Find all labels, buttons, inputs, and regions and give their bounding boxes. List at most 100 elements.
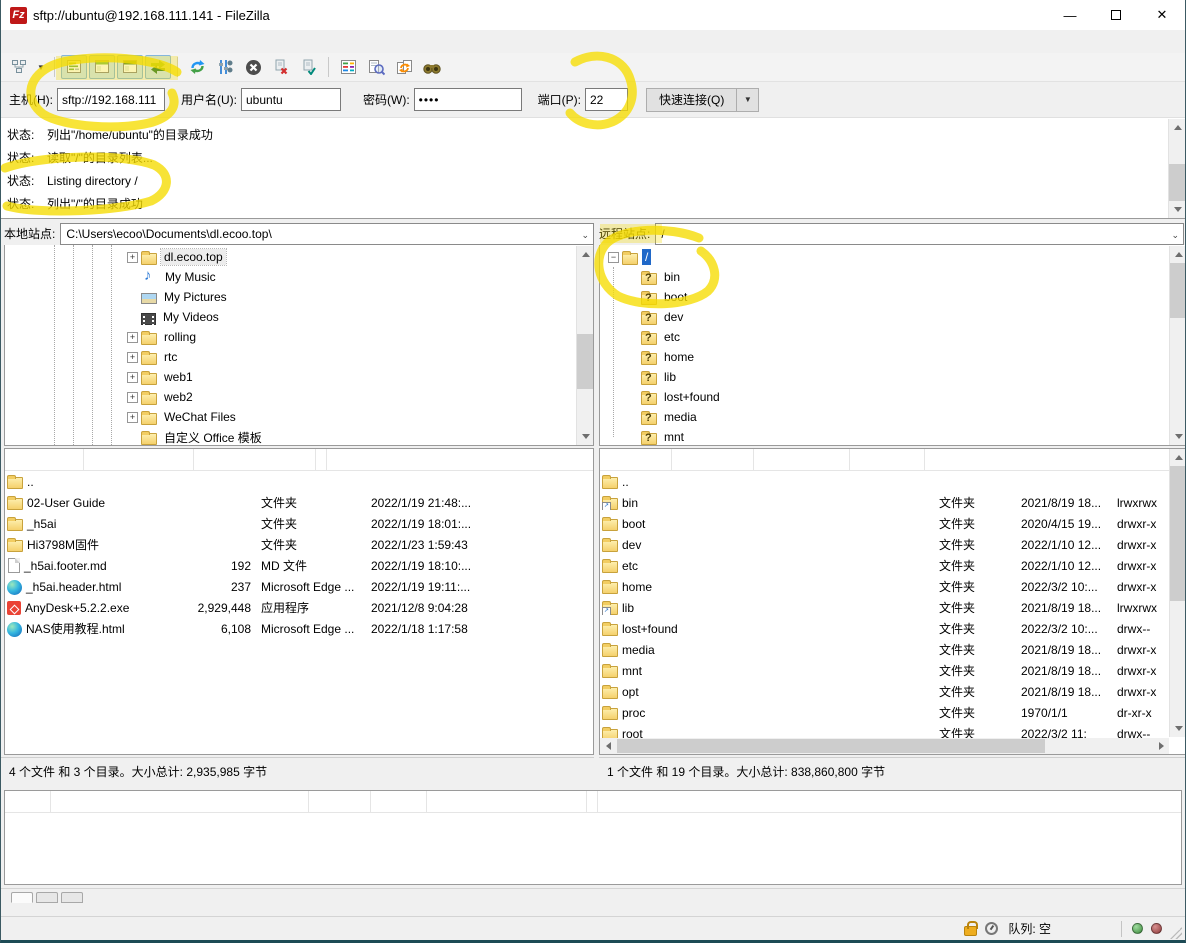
menu-item[interactable] (23, 39, 41, 45)
disconnect-button[interactable] (268, 55, 294, 79)
remote-list-vscrollbar[interactable] (1169, 449, 1186, 737)
file-row[interactable]: _h5ai 文件夹 2022/1/19 18:01:... (5, 513, 593, 534)
directory-comparison-button[interactable] (363, 55, 389, 79)
tree-row[interactable]: + dl.ecoo.top (5, 247, 593, 267)
file-row[interactable]: 02-User Guide 文件夹 2022/1/19 21:48:... (5, 492, 593, 513)
site-manager-dropdown[interactable]: ▼ (34, 55, 48, 79)
scroll-up-arrow[interactable] (1170, 449, 1186, 466)
file-row[interactable]: boot 文件夹 2020/4/15 19... drwxr-x (600, 513, 1186, 534)
scroll-right-arrow[interactable] (1153, 738, 1169, 754)
file-row[interactable]: .. (5, 471, 593, 492)
file-row[interactable]: _h5ai.header.html 237 Microsoft Edge ...… (5, 576, 593, 597)
file-row[interactable]: etc 文件夹 2022/1/10 12... drwxr-x (600, 555, 1186, 576)
remote-tree-scrollbar[interactable] (1169, 246, 1186, 445)
tree-row[interactable]: media (600, 407, 1186, 427)
tree-row[interactable]: 自定义 Office 模板 (5, 427, 593, 446)
file-row[interactable]: .. (600, 471, 1186, 492)
file-row[interactable]: mnt 文件夹 2021/8/19 18... drwxr-x (600, 660, 1186, 681)
find-files-button[interactable] (419, 55, 445, 79)
resize-grip[interactable] (1170, 927, 1182, 939)
menu-item[interactable] (95, 39, 113, 45)
column-header[interactable] (600, 449, 672, 470)
tree-expander[interactable]: + (127, 252, 138, 263)
column-header[interactable] (850, 449, 914, 470)
remote-site-combo[interactable]: / ⌄ (655, 223, 1184, 245)
toggle-remote-tree-button[interactable] (117, 55, 143, 79)
column-header[interactable] (754, 449, 850, 470)
toggle-transfer-queue-button[interactable] (145, 55, 171, 79)
scroll-up-arrow[interactable] (1170, 246, 1186, 263)
tree-row[interactable]: home (600, 347, 1186, 367)
host-input[interactable] (57, 88, 165, 111)
local-site-combo[interactable]: C:\Users\ecoo\Documents\dl.ecoo.top\ ⌄ (60, 223, 594, 245)
column-header[interactable] (194, 449, 316, 470)
tree-row[interactable]: + rolling (5, 327, 593, 347)
port-input[interactable] (585, 88, 628, 111)
minimize-button[interactable]: — (1047, 0, 1093, 30)
queue-column-header[interactable] (309, 791, 371, 812)
password-input[interactable] (414, 88, 522, 111)
scroll-up-arrow[interactable] (577, 246, 594, 263)
toggle-local-tree-button[interactable] (89, 55, 115, 79)
queue-column-header[interactable] (5, 791, 51, 812)
quickconnect-button[interactable]: 快速连接(Q) (646, 88, 737, 112)
tree-row[interactable]: mnt (600, 427, 1186, 446)
scroll-down-arrow[interactable] (1170, 720, 1186, 737)
username-input[interactable] (241, 88, 341, 111)
tree-expander[interactable]: − (608, 252, 619, 263)
refresh-button[interactable] (184, 55, 210, 79)
file-row[interactable]: dev 文件夹 2022/1/10 12... drwxr-x (600, 534, 1186, 555)
column-header[interactable] (316, 449, 327, 470)
queue-tab[interactable] (61, 892, 83, 903)
scroll-down-arrow[interactable] (577, 428, 594, 445)
menu-item[interactable] (113, 39, 131, 45)
tree-row[interactable]: − / (600, 247, 1186, 267)
column-header[interactable] (914, 449, 925, 470)
tree-row[interactable]: lib (600, 367, 1186, 387)
maximize-button[interactable] (1093, 0, 1139, 30)
process-queue-button[interactable] (212, 55, 238, 79)
menu-item[interactable] (59, 39, 77, 45)
file-row[interactable]: AnyDesk+5.2.2.exe 2,929,448 应用程序 2021/12… (5, 597, 593, 618)
tree-row[interactable]: lost+found (600, 387, 1186, 407)
filter-button[interactable] (335, 55, 361, 79)
synchronized-browsing-button[interactable] (391, 55, 417, 79)
close-button[interactable]: ✕ (1139, 0, 1185, 30)
menu-item[interactable] (5, 39, 23, 45)
remote-list-hscrollbar[interactable] (600, 738, 1169, 754)
file-row[interactable]: lost+found 文件夹 2022/3/2 10:... drwx-- (600, 618, 1186, 639)
file-row[interactable]: opt 文件夹 2021/8/19 18... drwxr-x (600, 681, 1186, 702)
file-row[interactable]: media 文件夹 2021/8/19 18... drwxr-x (600, 639, 1186, 660)
tree-row[interactable]: bin (600, 267, 1186, 287)
tree-row[interactable]: + rtc (5, 347, 593, 367)
queue-column-header[interactable] (51, 791, 309, 812)
scroll-down-arrow[interactable] (1170, 428, 1186, 445)
local-tree-scrollbar[interactable] (576, 246, 593, 445)
queue-column-header[interactable] (427, 791, 587, 812)
tree-row[interactable]: + WeChat Files (5, 407, 593, 427)
tree-row[interactable]: boot (600, 287, 1186, 307)
queue-column-header[interactable] (587, 791, 598, 812)
reconnect-button[interactable] (296, 55, 322, 79)
column-header[interactable] (84, 449, 194, 470)
scroll-left-arrow[interactable] (600, 738, 616, 754)
tree-row[interactable]: + web1 (5, 367, 593, 387)
scroll-down-arrow[interactable] (1169, 201, 1186, 218)
tree-expander[interactable]: + (127, 372, 138, 383)
tree-row[interactable]: etc (600, 327, 1186, 347)
queue-tab[interactable] (36, 892, 58, 903)
tree-expander[interactable]: + (127, 352, 138, 363)
file-row[interactable]: home 文件夹 2022/3/2 10:... drwxr-x (600, 576, 1186, 597)
tree-expander[interactable]: + (127, 412, 138, 423)
tree-row[interactable]: + web2 (5, 387, 593, 407)
tree-row[interactable]: My Videos (5, 307, 593, 327)
file-row[interactable]: _h5ai.footer.md 192 MD 文件 2022/1/19 18:1… (5, 555, 593, 576)
file-row[interactable]: Hi3798M固件 文件夹 2022/1/23 1:59:43 (5, 534, 593, 555)
queue-column-header[interactable] (371, 791, 427, 812)
tree-row[interactable]: dev (600, 307, 1186, 327)
cancel-button[interactable] (240, 55, 266, 79)
menu-item[interactable] (41, 39, 59, 45)
tree-row[interactable]: My Pictures (5, 287, 593, 307)
column-header[interactable] (5, 449, 84, 470)
column-header[interactable] (672, 449, 754, 470)
